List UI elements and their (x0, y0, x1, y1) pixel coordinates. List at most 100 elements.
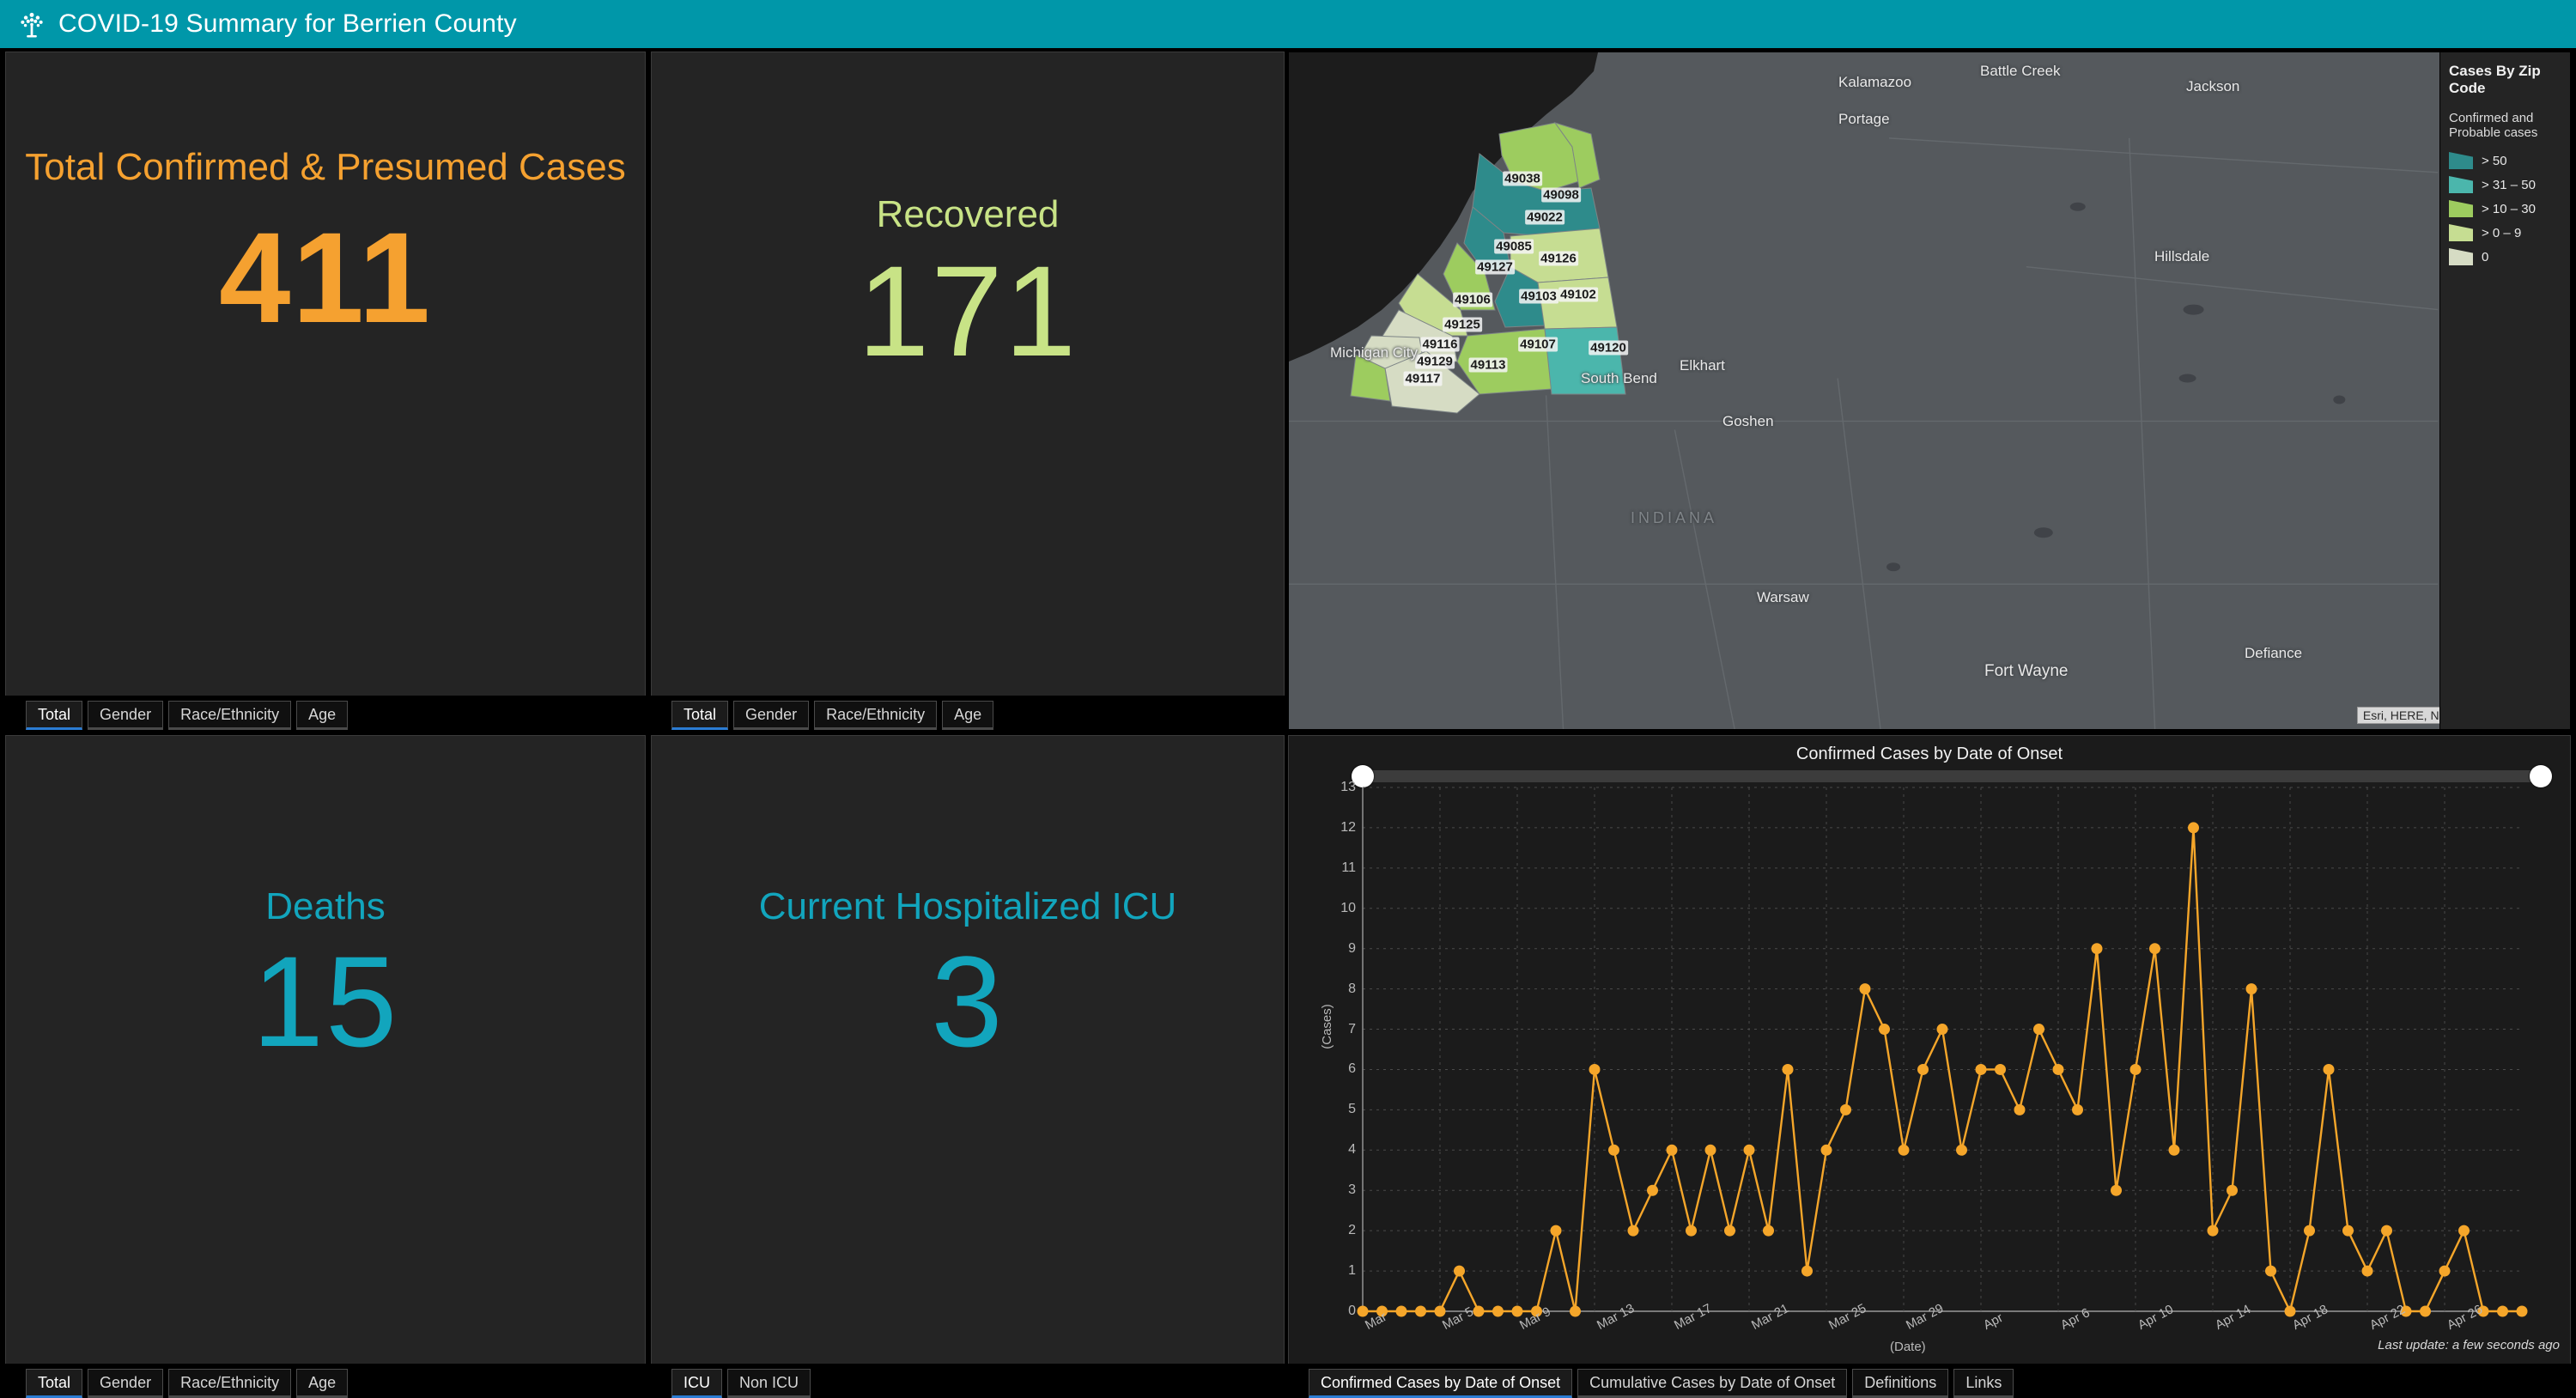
chart-data-point[interactable] (2091, 943, 2103, 955)
chart-data-point[interactable] (2245, 983, 2257, 995)
chart-data-point[interactable] (1917, 1063, 1929, 1075)
city-label: Goshen (1722, 413, 1774, 429)
chart-data-point[interactable] (1840, 1103, 1851, 1115)
chart-data-point[interactable] (1589, 1063, 1601, 1075)
legend-swatch-icon (2449, 200, 2473, 217)
chart-data-point[interactable] (1898, 1144, 1910, 1156)
tab-deaths-age[interactable]: Age (296, 1369, 349, 1398)
chart-data-point[interactable] (2014, 1103, 2026, 1115)
tabbar-icu: ICU Non ICU (651, 1364, 1285, 1398)
chart-data-point[interactable] (1395, 1305, 1407, 1317)
chart-data-point[interactable] (1820, 1144, 1832, 1156)
chart-data-point[interactable] (2381, 1225, 2392, 1237)
tab-deaths-gender[interactable]: Gender (88, 1369, 164, 1398)
chart-plot-area[interactable]: 0 1 2 3 4 5 6 7 8 9 10 11 12 13 Mar Mar 5 Mar 9 Mar 13 Mar… (1340, 780, 2528, 1333)
recovered-value: 171 (857, 239, 1078, 384)
tab-deaths-race[interactable]: Race/Ethnicity (168, 1369, 292, 1398)
zip-label: 49098 (1541, 187, 1581, 203)
chart-data-point[interactable] (2323, 1063, 2335, 1075)
chart-data-point[interactable] (1975, 1063, 1987, 1075)
tab-recovered-age[interactable]: Age (942, 701, 994, 730)
tab-recovered-total[interactable]: Total (671, 701, 729, 730)
chart-data-point[interactable] (1801, 1265, 1813, 1277)
tab-total-cases-gender[interactable]: Gender (88, 701, 164, 730)
chart-data-point[interactable] (1859, 983, 1871, 995)
chart-data-point[interactable] (1627, 1225, 1639, 1237)
chart-data-point[interactable] (1357, 1305, 1369, 1317)
chart-data-point[interactable] (1454, 1265, 1465, 1277)
chart-data-point[interactable] (1956, 1144, 1967, 1156)
tab-total-cases-total[interactable]: Total (26, 701, 83, 730)
chart-data-point[interactable] (1743, 1144, 1755, 1156)
chart-data-point[interactable] (1724, 1225, 1735, 1237)
panel-deaths: Deaths 15 Last update: a few seconds ago (5, 735, 646, 1393)
chart-data-point[interactable] (2129, 1063, 2142, 1075)
tab-deaths-total[interactable]: Total (26, 1369, 83, 1398)
slider-handle-right[interactable] (2530, 765, 2552, 787)
chart-data-point[interactable] (2227, 1184, 2238, 1196)
chart-data-point[interactable] (1550, 1225, 1562, 1237)
tab-non-icu[interactable]: Non ICU (727, 1369, 811, 1398)
date-range-slider[interactable] (1352, 765, 2552, 787)
chart-data-point[interactable] (2304, 1225, 2315, 1237)
chart-data-point[interactable] (2265, 1265, 2276, 1277)
chart-data-point[interactable] (2516, 1305, 2528, 1317)
chart-data-point[interactable] (1647, 1184, 1658, 1196)
zip-label: 49125 (1443, 317, 1482, 332)
y-axis-tick: 6 (1348, 1061, 1356, 1077)
tab-cumulative-cases-by-date[interactable]: Cumulative Cases by Date of Onset (1577, 1369, 1848, 1398)
y-axis-tick: 8 (1348, 981, 1356, 996)
chart-data-point[interactable] (2420, 1305, 2431, 1317)
tab-recovered-gender[interactable]: Gender (733, 701, 810, 730)
chart-data-point[interactable] (1570, 1305, 1581, 1317)
panel-icu: Current Hospitalized ICU 3 Last update: … (651, 735, 1285, 1393)
chart-data-point[interactable] (1492, 1305, 1504, 1317)
chart-data-point[interactable] (2072, 1103, 2083, 1115)
icu-value: 3 (931, 929, 1005, 1074)
chart-data-point[interactable] (2342, 1225, 2354, 1237)
map-canvas[interactable]: 49038 49098 49022 49085 49126 49127 4910… (1289, 52, 2570, 729)
map-legend: Cases By Zip Code Confirmed and Probable… (2439, 52, 2570, 729)
tab-total-cases-age[interactable]: Age (296, 701, 349, 730)
chart-data-point[interactable] (1686, 1225, 1697, 1237)
total-cases-value: 411 (219, 205, 432, 350)
chart-data-point[interactable] (2168, 1144, 2180, 1156)
chart-data-point[interactable] (1434, 1305, 1446, 1317)
tab-confirmed-cases-by-date[interactable]: Confirmed Cases by Date of Onset (1309, 1369, 1573, 1398)
city-label: Elkhart (1680, 357, 1725, 374)
chart-data-point[interactable] (1782, 1063, 1794, 1075)
chart-data-point[interactable] (1511, 1305, 1523, 1317)
chart-data-point[interactable] (1763, 1225, 1774, 1237)
chart-data-point[interactable] (2052, 1063, 2064, 1075)
chart-data-point[interactable] (2458, 1225, 2470, 1237)
x-axis-tick: Apr (1981, 1310, 2006, 1334)
chart-svg (1357, 787, 2528, 1317)
chart-data-point[interactable] (2439, 1265, 2451, 1277)
chart-data-point[interactable] (2284, 1305, 2296, 1317)
tab-total-cases-race[interactable]: Race/Ethnicity (168, 701, 292, 730)
zip-label: 49103 (1519, 289, 1558, 304)
city-label: Defiance (2245, 645, 2303, 661)
chart-data-point[interactable] (1666, 1144, 1678, 1156)
chart-data-point[interactable] (2361, 1265, 2373, 1277)
chart-data-point[interactable] (2207, 1225, 2219, 1237)
tab-icu[interactable]: ICU (671, 1369, 722, 1398)
tab-links[interactable]: Links (1953, 1369, 2014, 1398)
chart-data-point[interactable] (2188, 822, 2199, 834)
chart-data-point[interactable] (1704, 1144, 1716, 1156)
chart-data-point[interactable] (1415, 1305, 1426, 1317)
recovered-label: Recovered (876, 193, 1060, 235)
chart-data-point[interactable] (2497, 1305, 2508, 1317)
chart-data-point[interactable] (2149, 943, 2160, 955)
city-label: South Bend (1581, 370, 1657, 386)
tab-definitions[interactable]: Definitions (1852, 1369, 1949, 1398)
legend-label: > 0 – 9 (2482, 225, 2522, 240)
chart-data-point[interactable] (1879, 1024, 1890, 1036)
chart-data-point[interactable] (1608, 1144, 1619, 1156)
chart-data-point[interactable] (1995, 1063, 2006, 1075)
tab-recovered-race[interactable]: Race/Ethnicity (814, 701, 938, 730)
chart-data-point[interactable] (2033, 1024, 2044, 1036)
chart-data-point[interactable] (2111, 1184, 2122, 1196)
panel-map[interactable]: 49038 49098 49022 49085 49126 49127 4910… (1288, 52, 2571, 730)
chart-data-point[interactable] (1936, 1024, 1948, 1036)
